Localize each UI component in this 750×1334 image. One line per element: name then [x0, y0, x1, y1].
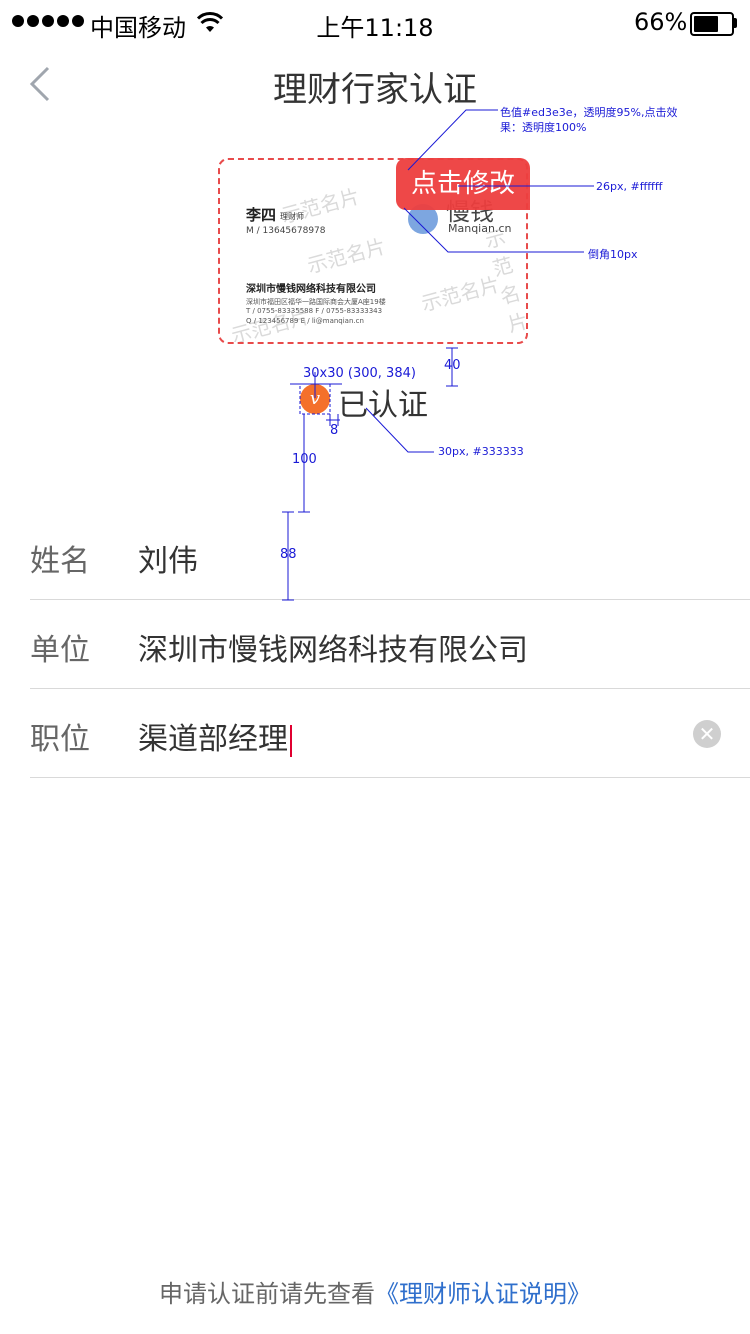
- card-company: 深圳市慢钱网络科技有限公司: [246, 284, 376, 295]
- company-field[interactable]: 深圳市慢钱网络科技有限公司: [138, 625, 528, 669]
- annotation-gap-8: 8: [330, 423, 339, 438]
- company-label: 单位: [30, 633, 90, 668]
- form-row-company[interactable]: 单位 深圳市慢钱网络科技有限公司: [30, 601, 750, 689]
- position-value: 渠道部经理: [138, 722, 288, 757]
- annotation-color: 色值#ed3e3e，透明度95%,点击效: [500, 106, 678, 119]
- name-field[interactable]: 刘伟: [138, 536, 198, 580]
- battery-icon: [690, 12, 734, 36]
- card-watermark: 示范名片: [278, 184, 363, 228]
- status-bar: 中国移动 上午11:18 66%: [0, 0, 750, 46]
- annotation-font: 26px, #ffffff: [596, 180, 663, 193]
- verified-v-icon: v: [300, 384, 330, 414]
- annotation-text-style: 30px, #333333: [438, 445, 524, 458]
- verified-label: 已认证: [338, 388, 428, 423]
- annotation-gap-40: 40: [444, 358, 461, 373]
- clear-icon[interactable]: ✕: [693, 720, 721, 748]
- card-watermark: 示范名片: [418, 272, 503, 316]
- position-field[interactable]: 渠道部经理: [138, 714, 292, 758]
- annotation-radius: 倒角10px: [588, 248, 638, 261]
- annotation-gap-100: 100: [292, 452, 317, 467]
- annotation-icon-size: 30x30 (300, 384): [303, 366, 416, 381]
- battery-percent: 66%: [634, 8, 688, 36]
- text-caret: [290, 724, 292, 757]
- card-watermark: 示范名片: [304, 234, 389, 278]
- annotation-color-2: 果：透明度100%: [500, 121, 587, 134]
- card-name: 李四: [246, 206, 277, 224]
- name-label: 姓名: [30, 544, 90, 579]
- edit-card-button[interactable]: 点击修改: [396, 158, 530, 210]
- annotation-gap-88: 88: [280, 547, 297, 562]
- certification-guide-link[interactable]: 《理财师认证说明》: [375, 1280, 591, 1308]
- battery-tip: [734, 18, 737, 28]
- card-address: 深圳市福田区福华一路国际商会大厦A座19楼: [246, 298, 386, 306]
- position-label: 职位: [30, 722, 90, 757]
- form-row-name[interactable]: 姓名 刘伟: [30, 512, 750, 600]
- form-row-position[interactable]: 职位 渠道部经理 ✕: [30, 690, 750, 778]
- footer-note: 申请认证前请先查看《理财师认证说明》: [0, 1274, 750, 1309]
- footer-prefix: 申请认证前请先查看: [159, 1280, 375, 1308]
